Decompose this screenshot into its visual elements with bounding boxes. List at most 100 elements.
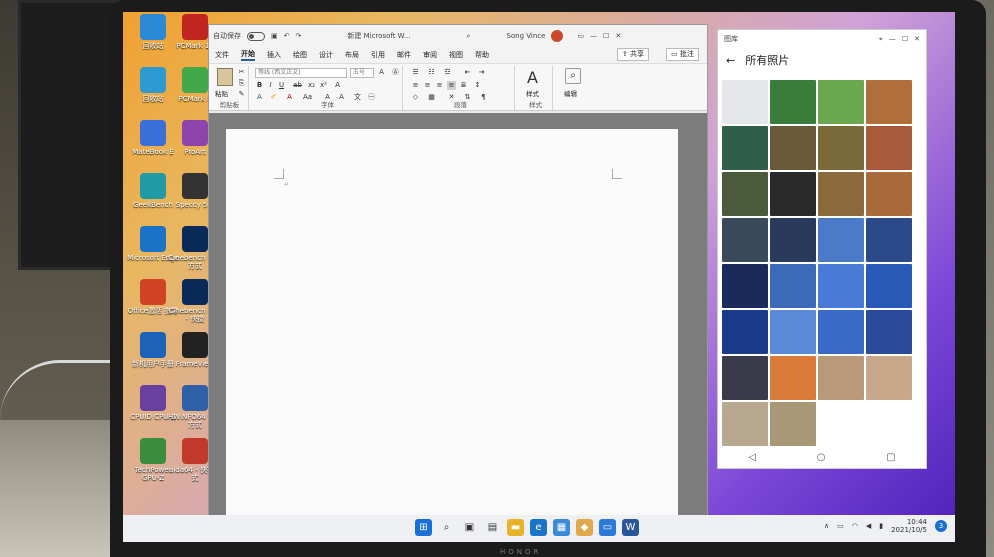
task-view-icon[interactable]: ▣ <box>461 519 478 536</box>
gallery-close-icon[interactable]: ✕ <box>914 35 920 43</box>
widgets-icon[interactable]: ▤ <box>484 519 501 536</box>
photo-thumbnail[interactable] <box>770 80 816 124</box>
share-button[interactable]: ⇪ 共享 <box>616 48 649 61</box>
menu-tab[interactable]: 设计 <box>319 50 333 60</box>
photo-thumbnail[interactable] <box>866 80 912 124</box>
notification-badge[interactable]: 3 <box>935 520 947 532</box>
cut-icon[interactable]: ✂ <box>237 68 246 77</box>
photo-thumbnail[interactable] <box>722 126 768 170</box>
photo-thumbnail[interactable] <box>770 402 816 446</box>
photo-thumbnail[interactable] <box>866 126 912 170</box>
photo-thumbnail[interactable] <box>866 172 912 216</box>
gallery-minimize-icon[interactable]: — <box>889 35 896 43</box>
menu-tab[interactable]: 绘图 <box>293 50 307 60</box>
huawei-share-icon[interactable]: ▭ <box>599 519 616 536</box>
format-painter-icon[interactable]: ✎ <box>237 90 246 99</box>
back-arrow-icon[interactable]: ← <box>726 54 735 67</box>
word-taskbar-icon[interactable]: W <box>622 519 639 536</box>
menu-tab[interactable]: 引用 <box>371 50 385 60</box>
display-icon[interactable]: ▭ <box>837 522 844 530</box>
find-icon[interactable]: ⌕ <box>565 68 581 84</box>
font-size-select[interactable]: 五号 <box>350 68 374 78</box>
align-right-icon[interactable]: ≡ <box>435 81 444 90</box>
superscript-button[interactable]: x² <box>319 81 328 90</box>
pin-icon[interactable]: ⌖ <box>879 35 883 44</box>
taskbar-edge-icon[interactable]: e <box>530 519 547 536</box>
photo-thumbnail[interactable] <box>818 172 864 216</box>
photo-thumbnail[interactable] <box>722 402 768 446</box>
photo-thumbnail[interactable] <box>866 218 912 262</box>
start-icon[interactable]: ⊞ <box>415 519 432 536</box>
maximize-icon[interactable]: ☐ <box>603 32 609 40</box>
photo-thumbnail[interactable] <box>818 218 864 262</box>
decrease-indent-icon[interactable]: ⇤ <box>463 68 472 77</box>
photo-thumbnail[interactable] <box>818 310 864 354</box>
photo-thumbnail[interactable] <box>722 172 768 216</box>
menu-tab[interactable]: 开始 <box>241 49 255 61</box>
styles-button-label[interactable]: 样式 <box>526 88 539 98</box>
distributed-icon[interactable]: ≣ <box>459 81 468 90</box>
photo-thumbnail[interactable] <box>770 356 816 400</box>
photo-thumbnail[interactable] <box>722 264 768 308</box>
minimize-icon[interactable]: — <box>590 32 597 40</box>
file-explorer-icon[interactable]: ▬ <box>507 519 524 536</box>
nav-home-icon[interactable]: ○ <box>817 452 826 463</box>
redo-icon[interactable]: ↷ <box>296 32 302 40</box>
line-spacing-icon[interactable]: ↕ <box>473 81 482 90</box>
photo-thumbnail[interactable] <box>722 80 768 124</box>
nav-back-icon[interactable]: ◁ <box>748 452 756 463</box>
strikethrough-button[interactable]: ab <box>293 81 302 90</box>
photo-thumbnail[interactable] <box>866 402 912 446</box>
editing-label[interactable]: 编辑 <box>564 88 577 98</box>
numbering-icon[interactable]: ☷ <box>427 68 436 77</box>
menu-tab[interactable]: 邮件 <box>397 50 411 60</box>
justify-icon[interactable]: ≡ <box>447 81 456 90</box>
menu-tab[interactable]: 审阅 <box>423 50 437 60</box>
wifi-icon[interactable]: ◠ <box>852 522 858 530</box>
menu-tab[interactable]: 插入 <box>267 50 281 60</box>
increase-indent-icon[interactable]: ⇥ <box>477 68 486 77</box>
menu-tab[interactable]: 帮助 <box>475 50 489 60</box>
bullets-icon[interactable]: ☰ <box>411 68 420 77</box>
clear-format-icon[interactable]: Ⓐ <box>391 68 400 77</box>
volume-icon[interactable]: ◀ <box>866 522 871 530</box>
close-icon[interactable]: ✕ <box>615 32 621 40</box>
photo-thumbnail[interactable] <box>818 80 864 124</box>
battery-icon[interactable]: ▮ <box>879 522 883 530</box>
show-hidden-icon[interactable]: ∧ <box>824 522 829 530</box>
paste-icon[interactable] <box>217 68 233 86</box>
search-icon[interactable]: ⌕ <box>466 32 470 41</box>
photo-thumbnail[interactable] <box>722 356 768 400</box>
photo-thumbnail[interactable] <box>818 126 864 170</box>
photo-thumbnail[interactable] <box>866 356 912 400</box>
italic-button[interactable]: I <box>266 81 275 90</box>
clock[interactable]: 10:44 2021/10/5 <box>891 518 927 534</box>
underline-button[interactable]: U <box>277 81 286 90</box>
photo-thumbnail[interactable] <box>818 264 864 308</box>
photo-thumbnail[interactable] <box>722 310 768 354</box>
photo-thumbnail[interactable] <box>818 402 864 446</box>
copy-icon[interactable]: ⎘ <box>237 79 246 88</box>
align-left-icon[interactable]: ≡ <box>411 81 420 90</box>
taskbar-search-icon[interactable]: ⌕ <box>438 519 455 536</box>
photo-thumbnail[interactable] <box>866 264 912 308</box>
styles-icon[interactable]: A <box>527 68 538 87</box>
nav-recents-icon[interactable]: ▢ <box>886 452 895 463</box>
menu-tab[interactable]: 文件 <box>215 50 229 60</box>
photo-thumbnail[interactable] <box>818 356 864 400</box>
align-center-icon[interactable]: ≡ <box>423 81 432 90</box>
comment-button[interactable]: ▭ 批注 <box>666 48 699 61</box>
font-name-select[interactable]: 等线 (西文正文) <box>255 68 347 78</box>
user-name[interactable]: Song Vince <box>506 32 545 40</box>
ribbon-display-icon[interactable]: ▭ <box>577 32 584 40</box>
photo-thumbnail[interactable] <box>770 310 816 354</box>
subscript-button[interactable]: x₂ <box>307 81 316 90</box>
menu-tab[interactable]: 布局 <box>345 50 359 60</box>
document-title[interactable]: 新建 Microsoft W... <box>347 31 410 41</box>
store-icon[interactable]: ▦ <box>553 519 570 536</box>
bold-button[interactable]: B <box>255 81 264 90</box>
photo-thumbnail[interactable] <box>770 264 816 308</box>
photo-thumbnail[interactable] <box>866 310 912 354</box>
app-icon[interactable]: ◆ <box>576 519 593 536</box>
avatar[interactable] <box>551 30 564 42</box>
